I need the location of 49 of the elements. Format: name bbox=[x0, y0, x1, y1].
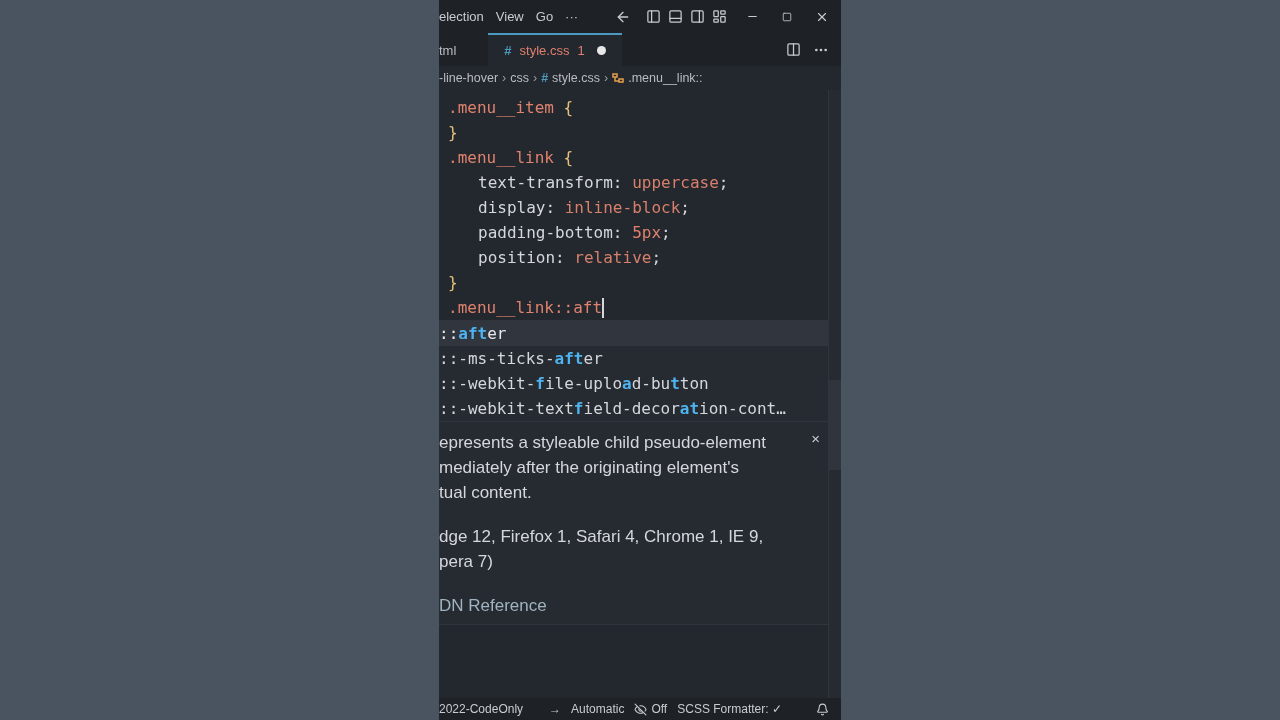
close-button[interactable]: × bbox=[811, 426, 820, 451]
code-line: padding-bottom: 5px; bbox=[477, 222, 672, 244]
browser-support-text: dge 12, Firefox 1, Safari 4, Chrome 1, IE 9, pera 7) bbox=[439, 526, 765, 573]
panel-bottom-icon[interactable] bbox=[668, 9, 683, 24]
status-mode[interactable]: Automatic bbox=[571, 700, 625, 718]
breadcrumb-item[interactable]: .menu__link:: bbox=[628, 68, 703, 88]
panel-right-icon[interactable] bbox=[690, 9, 705, 24]
code-line: position: relative; bbox=[477, 247, 663, 269]
status-arrow[interactable]: → bbox=[549, 700, 562, 718]
status-profile[interactable]: 2022-CodeOnly bbox=[439, 700, 524, 718]
tab-label: style.css bbox=[519, 41, 570, 60]
reference-link[interactable]: DN Reference bbox=[439, 596, 547, 615]
menu-item[interactable]: Go bbox=[535, 6, 554, 27]
code-line: text-transform: uppercase; bbox=[477, 172, 730, 194]
editor-tab[interactable]: # style.css 1 bbox=[488, 33, 622, 66]
maximize-icon[interactable] bbox=[782, 11, 792, 22]
symbol-icon bbox=[612, 72, 625, 84]
suggestion-item[interactable]: ::-webkit-file-upload-button bbox=[439, 371, 828, 396]
problem-count: 1 bbox=[577, 41, 585, 60]
split-editor-icon[interactable] bbox=[786, 42, 801, 57]
layout-icon[interactable] bbox=[712, 9, 727, 24]
menu-item[interactable]: election bbox=[439, 6, 484, 27]
chevron-icon: › bbox=[604, 68, 609, 88]
code-line: } bbox=[448, 272, 459, 294]
scrollbar[interactable] bbox=[828, 90, 841, 698]
breadcrumb-item[interactable]: css bbox=[510, 68, 529, 88]
suggestion-item[interactable]: ::after bbox=[439, 321, 828, 346]
code-line: .menu__link { bbox=[448, 147, 575, 169]
code-line: .menu__item { bbox=[448, 97, 575, 119]
menu-item[interactable]: View bbox=[495, 6, 524, 27]
tab-label: tml bbox=[439, 41, 457, 60]
code-line: display: inline-block; bbox=[477, 197, 691, 219]
suggestion-item[interactable]: ::-ms-ticks-after bbox=[439, 346, 828, 371]
description-text: epresents a styleable child pseudo-element mediately after the originating element's tual content. bbox=[439, 432, 766, 504]
hash-icon: # bbox=[504, 40, 512, 61]
chevron-icon: › bbox=[533, 68, 538, 88]
menu-item[interactable]: ··· bbox=[565, 6, 579, 27]
bell-icon[interactable] bbox=[816, 702, 829, 716]
breadcrumb-item[interactable]: style.css bbox=[552, 68, 601, 88]
status-toggle[interactable]: Off bbox=[651, 700, 668, 718]
eye-off-icon[interactable] bbox=[634, 702, 648, 716]
code-line: } bbox=[448, 122, 459, 144]
hash-icon: # bbox=[541, 68, 549, 88]
suggestion-item[interactable]: ::-webkit-textfield-decoration-cont… bbox=[439, 396, 828, 421]
code-line: .menu__link::aft bbox=[448, 296, 606, 320]
status-formatter[interactable]: SCSS Formatter: ✓ bbox=[677, 700, 782, 718]
breadcrumb-item[interactable]: -line-hover bbox=[439, 68, 499, 88]
chevron-icon: › bbox=[502, 68, 507, 88]
panel-left-icon[interactable] bbox=[646, 9, 661, 24]
